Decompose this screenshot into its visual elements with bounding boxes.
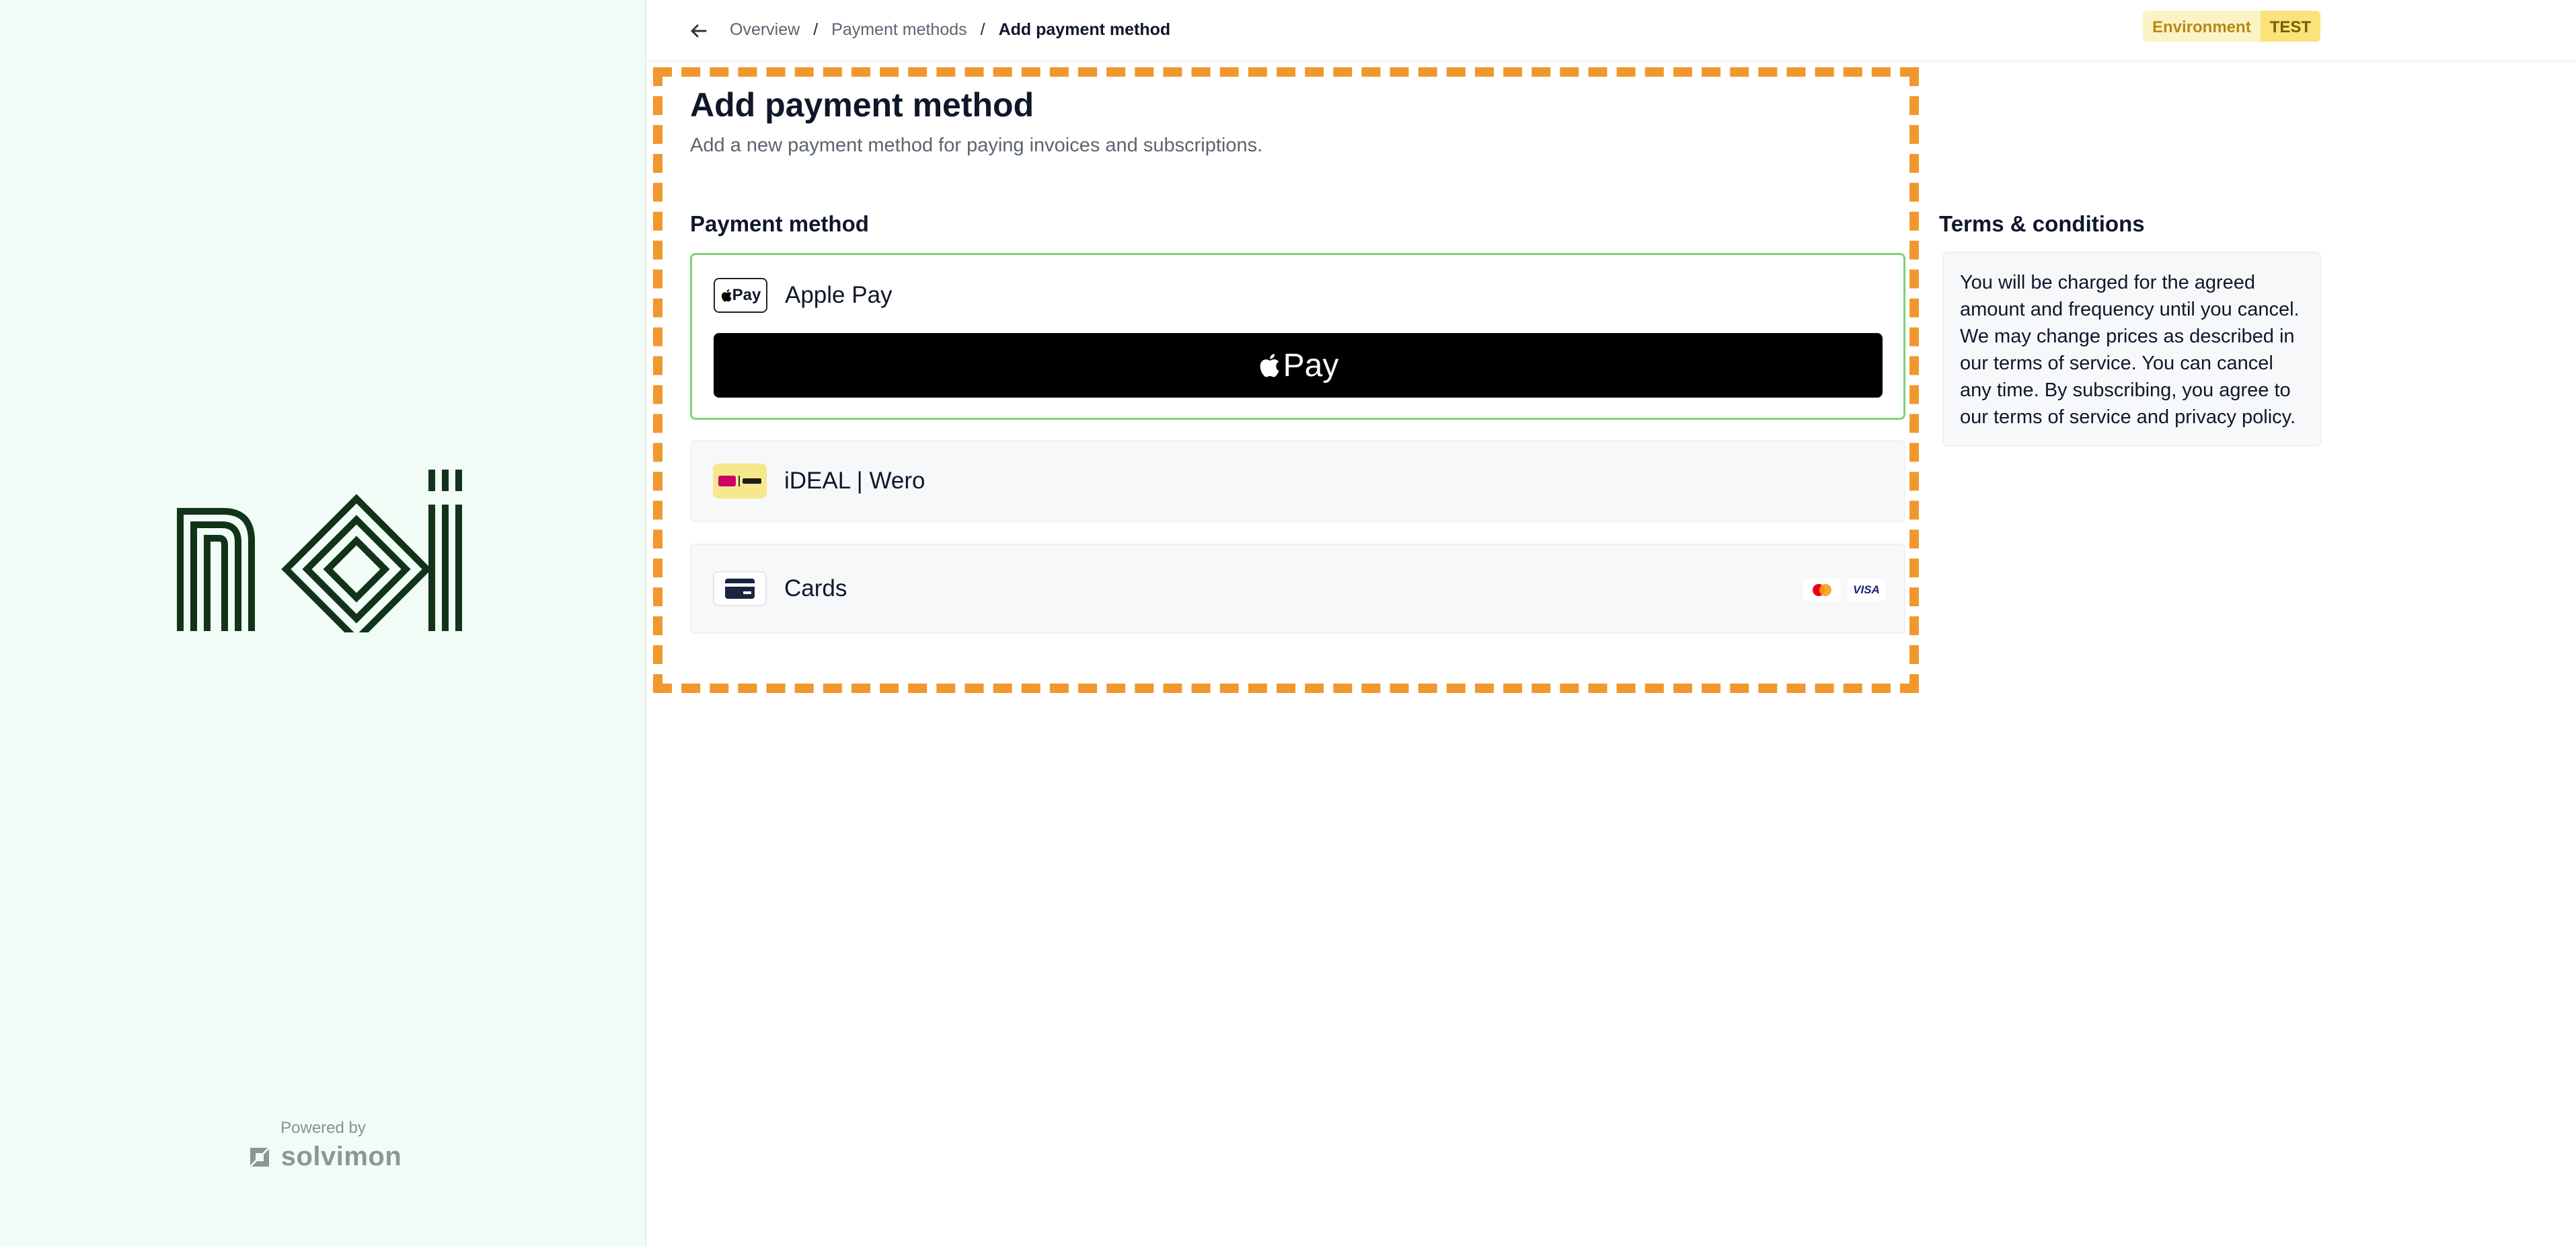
ideal-wero-label: iDEAL | Wero xyxy=(784,468,925,494)
apple-pay-button[interactable]: Pay xyxy=(714,333,1883,398)
breadcrumb-current: Add payment method xyxy=(998,20,1171,39)
apple-pay-header: Pay Apple Pay xyxy=(714,278,893,313)
breadcrumb-payment-methods[interactable]: Payment methods xyxy=(831,20,967,40)
apple-pay-label: Apple Pay xyxy=(785,282,893,308)
apple-pay-button-label: Pay xyxy=(1283,347,1339,383)
terms-title: Terms & conditions xyxy=(1939,211,2145,236)
powered-by: Powered by solvimon xyxy=(0,1119,646,1175)
breadcrumb-separator: / xyxy=(980,20,985,39)
page-subtitle: Add a new payment method for paying invo… xyxy=(690,135,1263,156)
apple-pay-icon-label: Pay xyxy=(732,286,761,304)
page-title: Add payment method xyxy=(690,86,1034,124)
payment-option-cards[interactable]: Cards VISA xyxy=(690,544,1905,634)
card-brands: VISA xyxy=(1803,579,1885,601)
back-arrow-icon[interactable] xyxy=(687,19,711,43)
breadcrumb: Overview / Payment methods / Add payment… xyxy=(730,20,1170,40)
terms-body: You will be charged for the agreed amoun… xyxy=(1942,252,2321,447)
apple-logo-icon xyxy=(1260,354,1279,377)
visa-icon: VISA xyxy=(1848,579,1885,601)
powered-by-label: Powered by xyxy=(280,1119,366,1137)
brand-panel: Powered by solvimon xyxy=(0,0,646,1246)
credit-card-icon xyxy=(713,571,767,606)
mastercard-icon xyxy=(1803,579,1841,601)
visa-label: VISA xyxy=(1853,583,1880,596)
environment-label: Environment xyxy=(2143,11,2261,42)
solvimon-name: solvimon xyxy=(280,1142,402,1171)
cards-row: Cards xyxy=(713,571,847,606)
cards-label: Cards xyxy=(784,575,847,601)
breadcrumb-overview[interactable]: Overview xyxy=(730,20,800,40)
ideal-wero-row: iDEAL | Wero xyxy=(713,464,925,499)
payment-option-ideal-wero[interactable]: iDEAL | Wero xyxy=(690,440,1905,522)
payment-option-apple-pay[interactable]: Pay Apple Pay Pay xyxy=(690,253,1905,420)
ideal-wero-icon xyxy=(713,464,767,499)
environment-badge: Environment TEST xyxy=(2143,11,2321,42)
environment-value: TEST xyxy=(2260,11,2321,42)
solvimon-brand: solvimon xyxy=(245,1142,402,1172)
payment-method-section-label: Payment method xyxy=(690,211,869,236)
solvimon-logo-icon xyxy=(250,1147,269,1167)
noi-logo xyxy=(177,470,462,632)
apple-pay-icon: Pay xyxy=(714,278,767,313)
breadcrumb-separator: / xyxy=(813,20,819,39)
main-content: Overview / Payment methods / Add payment… xyxy=(648,0,2576,1246)
top-bar: Overview / Payment methods / Add payment… xyxy=(648,0,2576,62)
